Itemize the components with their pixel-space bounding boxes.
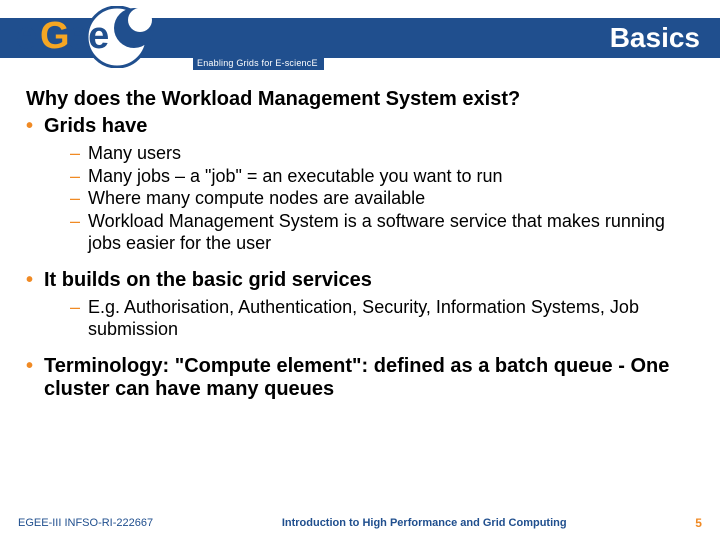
list-item: E.g. Authorisation, Authentication, Secu… <box>70 296 698 341</box>
footer-title: Introduction to High Performance and Gri… <box>282 517 567 529</box>
bullet-terminology: Terminology: "Compute element": defined … <box>26 355 698 401</box>
tagline: Enabling Grids for E-sciencE <box>193 58 324 70</box>
footer: EGEE-III INFSO-RI-222667 Introduction to… <box>0 516 720 530</box>
svg-text:e: e <box>16 15 37 57</box>
svg-text:ee: ee <box>67 15 109 57</box>
footer-id: EGEE-III INFSO-RI-222667 <box>18 517 153 529</box>
svg-text:G: G <box>40 15 70 57</box>
list-item: Many users <box>70 142 698 165</box>
sub-list-2: E.g. Authorisation, Authentication, Secu… <box>26 296 698 341</box>
sub-list-1: Many users Many jobs – a "job" = an exec… <box>26 142 698 255</box>
question-heading: Why does the Workload Management System … <box>26 88 698 111</box>
list-item: Many jobs – a "job" = an executable you … <box>70 165 698 188</box>
slide-title: Basics <box>610 22 700 54</box>
list-item: Where many compute nodes are available <box>70 187 698 210</box>
bullet-builds-on: It builds on the basic grid services <box>26 269 698 292</box>
list-item: Workload Management System is a software… <box>70 210 698 255</box>
page-number: 5 <box>695 516 702 530</box>
slide-content: Why does the Workload Management System … <box>26 88 698 405</box>
bullet-grids-have: Grids have <box>26 115 698 138</box>
egee-logo: e G ee <box>12 6 192 68</box>
